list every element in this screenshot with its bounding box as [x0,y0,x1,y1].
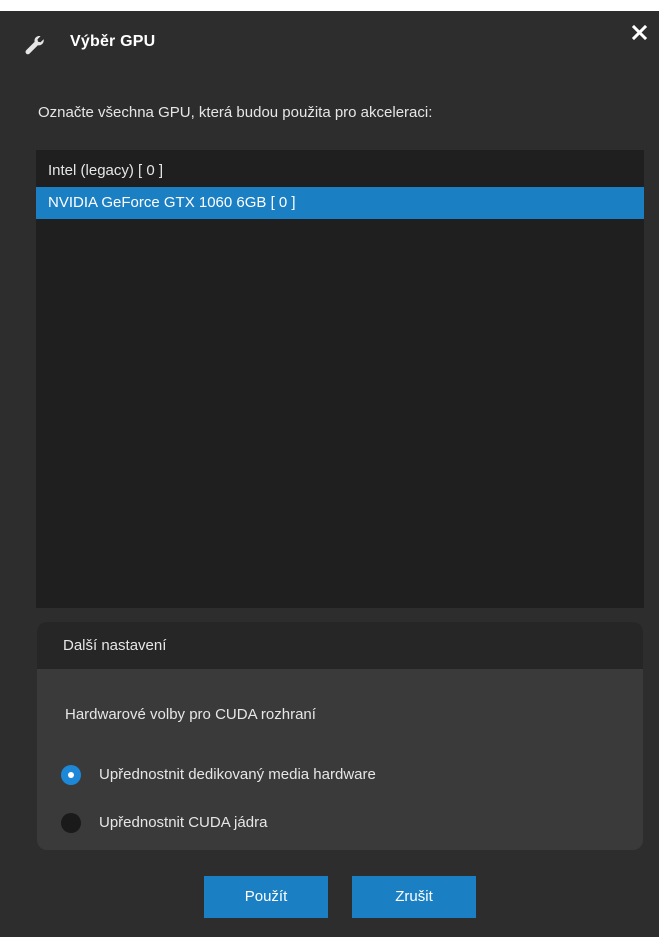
radio-label: Upřednostnit dedikovaný media hardware [99,766,376,783]
gpu-list[interactable]: Intel (legacy) [ 0 ] NVIDIA GeForce GTX … [36,150,644,608]
cancel-button[interactable]: Zrušit [352,876,476,918]
gpu-selection-dialog: Výběr GPU Označte všechna GPU, která bud… [0,11,659,937]
radio-button[interactable] [61,765,81,785]
instruction-text: Označte všechna GPU, která budou použita… [38,104,433,121]
settings-header: Další nastavení [37,622,643,669]
cuda-options-label: Hardwarové volby pro CUDA rozhraní [65,706,316,723]
radio-label: Upřednostnit CUDA jádra [99,814,268,831]
close-icon[interactable] [628,21,652,45]
wrench-icon [22,33,48,59]
dialog-title: Výběr GPU [70,33,156,50]
gpu-item-nvidia[interactable]: NVIDIA GeForce GTX 1060 6GB [ 0 ] [36,187,644,219]
gpu-item-intel[interactable]: Intel (legacy) [ 0 ] [36,155,644,187]
radio-button[interactable] [61,813,81,833]
title-bar: Výběr GPU [0,11,659,69]
apply-button[interactable]: Použít [204,876,328,918]
additional-settings-panel: Další nastavení Hardwarové volby pro CUD… [37,622,643,850]
